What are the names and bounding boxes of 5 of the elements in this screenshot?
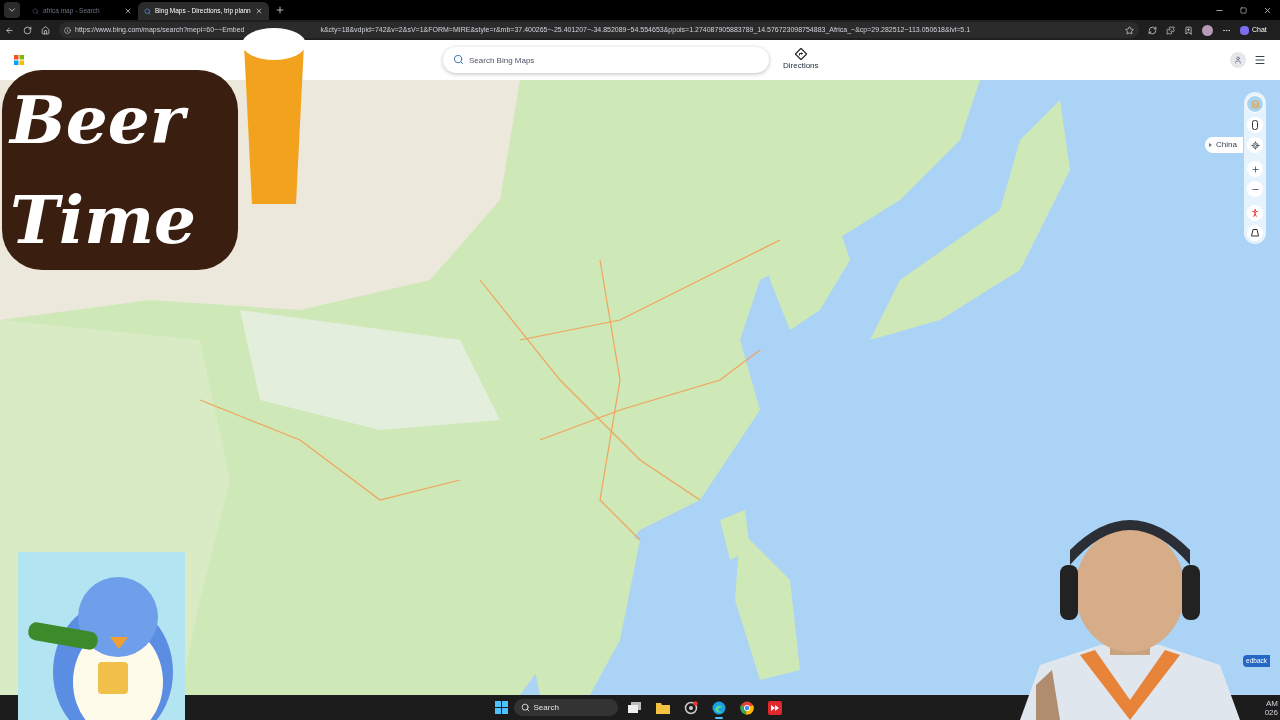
search-field[interactable]: Search Bing Maps: [443, 47, 769, 73]
directions-button[interactable]: Directions: [783, 48, 819, 72]
taskbar-search-field[interactable]: Search: [513, 699, 618, 716]
clock-text: 026: [1264, 707, 1278, 717]
clock-text: AM: [1266, 698, 1278, 708]
